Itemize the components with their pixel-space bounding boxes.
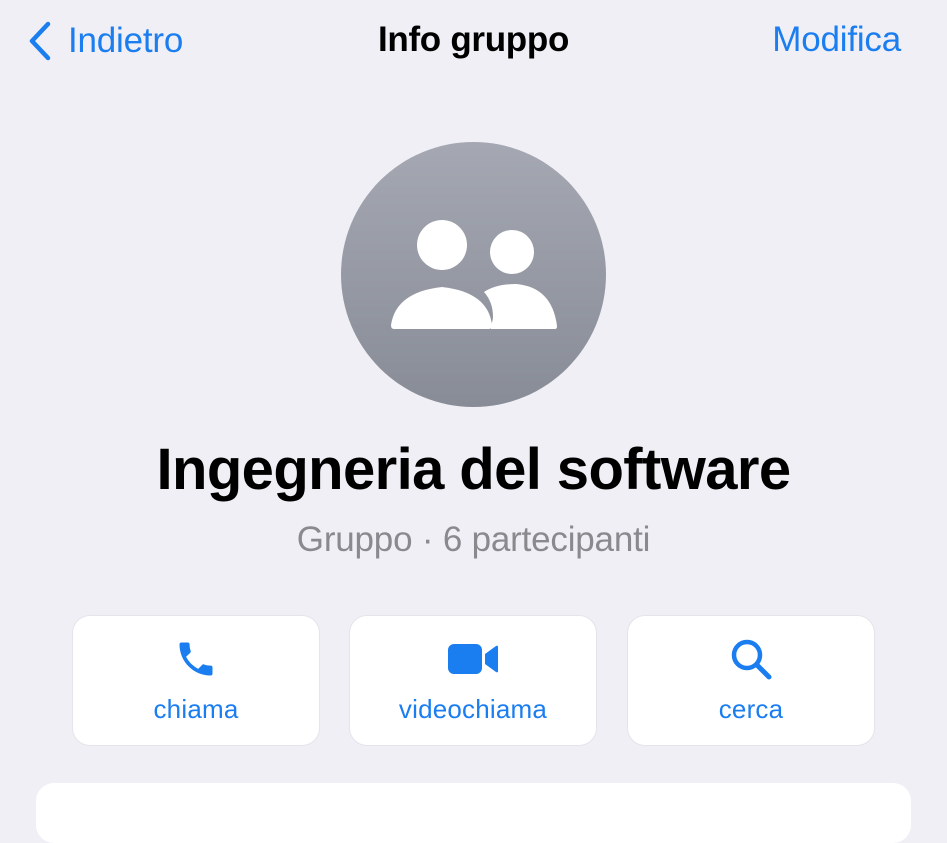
search-icon [628,634,874,684]
search-label: cerca [718,694,784,724]
group-name: Ingegneria del software [156,437,791,502]
group-icon [341,142,606,407]
group-avatar[interactable] [341,142,606,407]
phone-icon [73,634,319,684]
edit-button[interactable]: Modifica [772,20,901,60]
navigation-bar: Indietro Info gruppo Modifica [0,0,947,82]
video-camera-icon [350,634,596,684]
group-meta: Gruppo · 6 partecipanti [296,520,651,559]
action-buttons: chiama videochiama cerca [72,615,875,746]
search-button[interactable]: cerca [627,615,875,746]
video-call-button[interactable]: videochiama [349,615,597,746]
call-label: chiama [153,694,239,724]
description-card[interactable] [36,783,911,843]
call-button[interactable]: chiama [72,615,320,746]
video-call-label: videochiama [398,694,548,724]
